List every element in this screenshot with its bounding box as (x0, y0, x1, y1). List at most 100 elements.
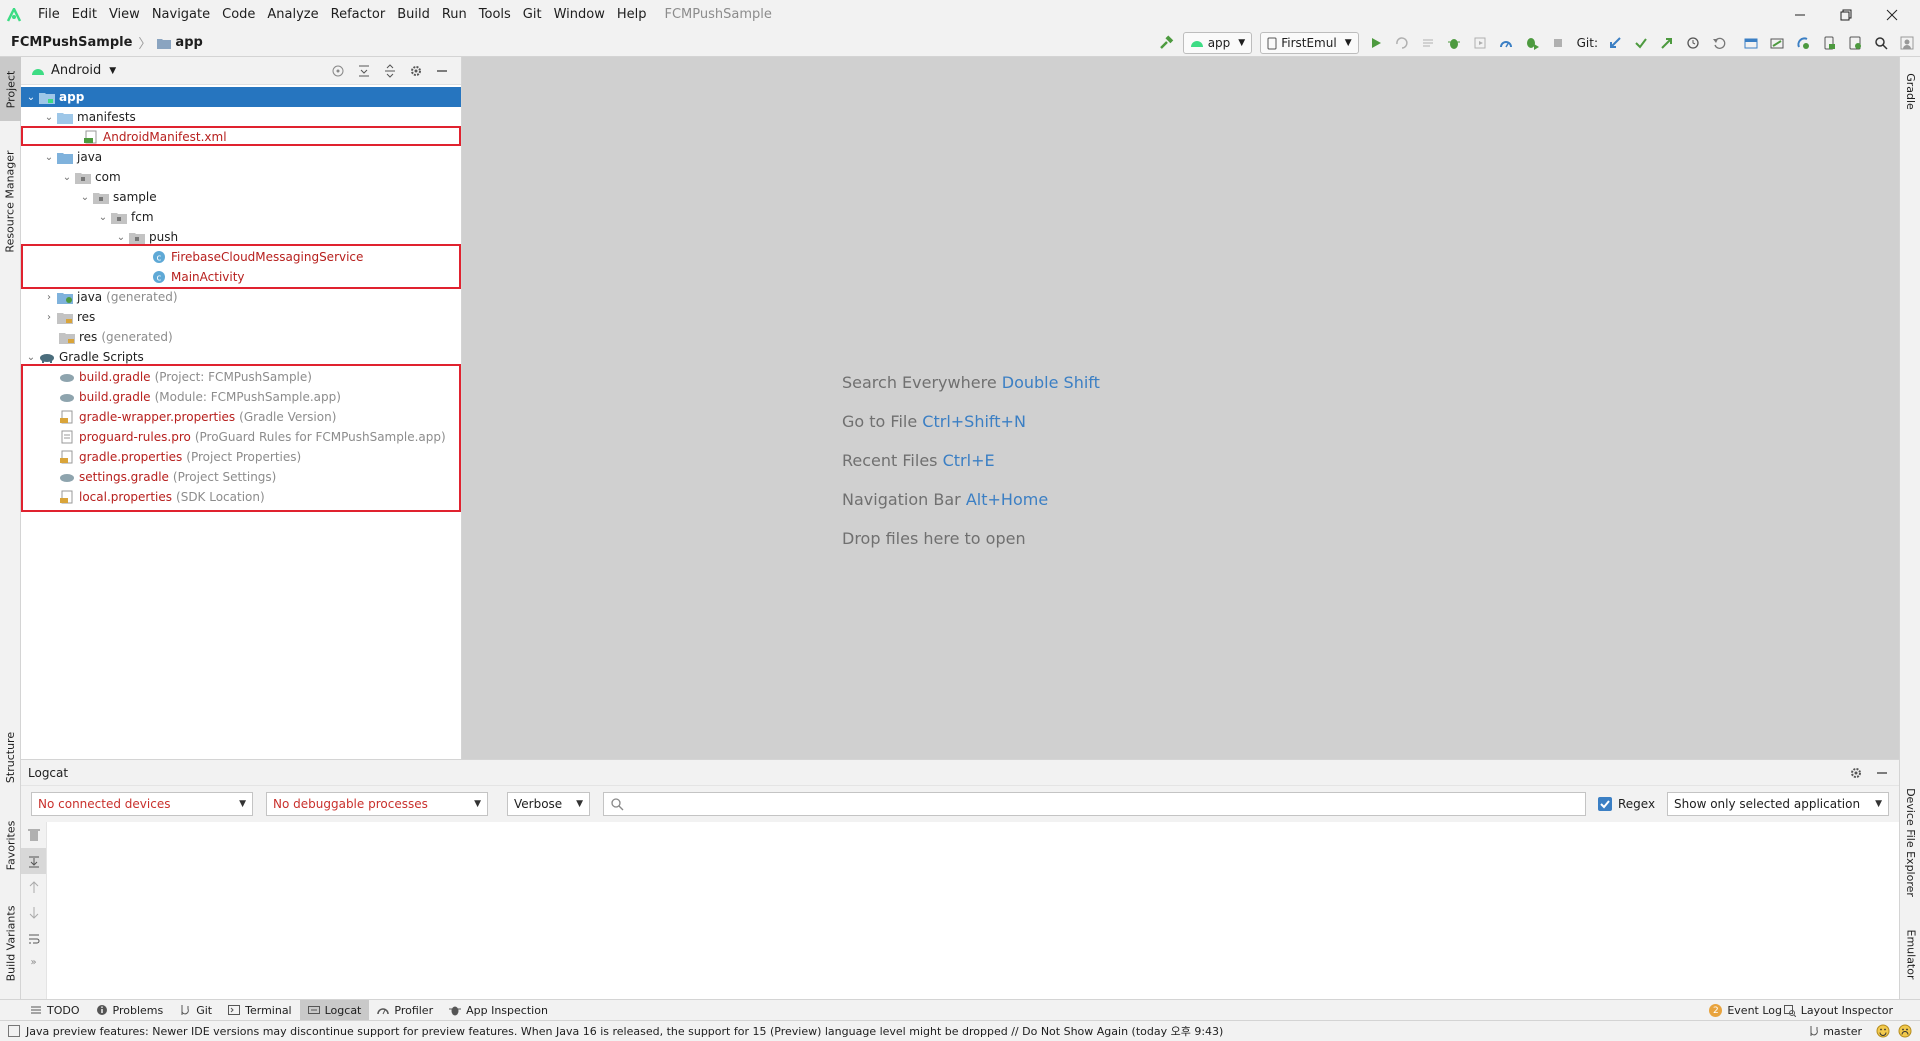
gradle-tool-tab[interactable]: Gradle (1900, 61, 1920, 121)
profile-icon[interactable] (1493, 30, 1519, 56)
menu-help[interactable]: Help (611, 0, 653, 29)
tab-terminal[interactable]: Terminal (220, 1000, 300, 1021)
coverage-icon[interactable] (1467, 30, 1493, 56)
process-dropdown[interactable]: No debuggable processes ▼ (266, 792, 488, 816)
breadcrumb-module[interactable]: app (175, 35, 202, 50)
git-rollback-icon[interactable] (1706, 30, 1732, 56)
emulator-tool-tab[interactable]: Emulator (1900, 919, 1920, 989)
apply-code-changes-icon[interactable] (1415, 30, 1441, 56)
menu-refactor[interactable]: Refactor (325, 0, 392, 29)
git-push-icon[interactable] (1654, 30, 1680, 56)
project-structure-icon[interactable] (1738, 30, 1764, 56)
minimize-button[interactable] (1777, 0, 1823, 29)
restore-button[interactable] (1823, 0, 1869, 29)
tab-todo[interactable]: TODO (22, 1000, 88, 1021)
tab-app-inspection[interactable]: App Inspection (441, 1000, 556, 1021)
clear-logcat-trash-icon[interactable] (21, 822, 46, 848)
menu-edit[interactable]: Edit (66, 0, 103, 29)
tree-item-fcm[interactable]: ⌄ fcm (21, 207, 461, 227)
more-actions-icon[interactable]: » (21, 952, 46, 972)
structure-tool-tab[interactable]: Structure (0, 717, 21, 797)
app-filter-dropdown[interactable]: Show only selected application ▼ (1667, 792, 1889, 816)
close-button[interactable] (1869, 0, 1915, 29)
tree-item-java[interactable]: ⌄ java (21, 147, 461, 167)
project-view-select[interactable]: Android ▼ (21, 63, 116, 78)
status-message[interactable]: Java preview features: Newer IDE version… (26, 1023, 1223, 1039)
scroll-to-end-icon[interactable] (21, 848, 46, 874)
tree-item-res[interactable]: › res (21, 307, 461, 327)
build-variants-tool-tab[interactable]: Build Variants (0, 893, 21, 993)
tree-item-sample[interactable]: ⌄ sample (21, 187, 461, 207)
breadcrumb-project[interactable]: FCMPushSample (11, 35, 132, 50)
logcat-search-field[interactable] (603, 792, 1586, 816)
tree-item-gradle-properties[interactable]: gradle.properties (Project Properties) (21, 447, 461, 467)
menu-build[interactable]: Build (391, 0, 436, 29)
account-icon[interactable] (1894, 30, 1920, 56)
git-branch-widget[interactable]: master (1809, 1021, 1862, 1041)
expand-all-icon[interactable] (351, 58, 377, 84)
tree-item-gradle-wrapper[interactable]: gradle-wrapper.properties (Gradle Versio… (21, 407, 461, 427)
debug-bug-icon[interactable] (1441, 30, 1467, 56)
gear-icon[interactable] (403, 58, 429, 84)
collapse-all-icon[interactable] (377, 58, 403, 84)
tab-problems[interactable]: Problems (88, 1000, 172, 1021)
tree-item-manifests[interactable]: ⌄ manifests (21, 107, 461, 127)
tree-item-fcm-service[interactable]: c FirebaseCloudMessagingService (21, 247, 461, 267)
favorites-tool-tab[interactable]: Favorites (0, 805, 21, 885)
tab-git[interactable]: Git (171, 1000, 220, 1021)
tree-item-push[interactable]: ⌄ push (21, 227, 461, 247)
menu-run[interactable]: Run (436, 0, 473, 29)
tree-item-com[interactable]: ⌄ com (21, 167, 461, 187)
device-manager-icon[interactable] (1842, 30, 1868, 56)
tree-item-java-generated[interactable]: › java (generated) (21, 287, 461, 307)
gear-icon[interactable] (1843, 760, 1869, 786)
resource-manager-tool-tab[interactable]: Resource Manager (0, 131, 21, 271)
menu-analyze[interactable]: Analyze (261, 0, 324, 29)
happy-face-icon[interactable] (1876, 1024, 1890, 1038)
soft-wrap-icon[interactable] (21, 926, 46, 952)
arrow-down-icon[interactable] (21, 900, 46, 926)
log-level-dropdown[interactable]: Verbose ▼ (507, 792, 590, 816)
tab-logcat[interactable]: Logcat (299, 999, 370, 1021)
tree-item-gradle-scripts[interactable]: ⌄ Gradle Scripts (21, 347, 461, 367)
hide-panel-icon[interactable] (1869, 760, 1895, 786)
menu-code[interactable]: Code (216, 0, 261, 29)
tree-item-android-manifest[interactable]: AndroidManifest.xml (21, 127, 461, 147)
tab-profiler[interactable]: Profiler (369, 1000, 441, 1021)
search-icon[interactable] (1868, 30, 1894, 56)
run-play-icon[interactable] (1363, 30, 1389, 56)
tree-item-settings-gradle[interactable]: settings.gradle (Project Settings) (21, 467, 461, 487)
git-commit-check-icon[interactable] (1628, 30, 1654, 56)
git-update-icon[interactable] (1602, 30, 1628, 56)
tree-item-res-generated[interactable]: res (generated) (21, 327, 461, 347)
event-log-button[interactable]: 2 Event Log (1709, 1000, 1782, 1021)
device-dropdown[interactable]: No connected devices ▼ (31, 792, 253, 816)
tree-item-build-gradle-project[interactable]: build.gradle (Project: FCMPushSample) (21, 367, 461, 387)
sdk-manager-icon[interactable] (1764, 30, 1790, 56)
tree-item-local-properties[interactable]: local.properties (SDK Location) (21, 487, 461, 507)
tree-item-main-activity[interactable]: c MainActivity (21, 267, 461, 287)
locate-file-icon[interactable] (325, 58, 351, 84)
attach-debugger-icon[interactable] (1519, 30, 1545, 56)
menu-file[interactable]: File (32, 0, 66, 29)
build-hammer-icon[interactable] (1153, 30, 1179, 56)
run-config-select[interactable]: app ▼ (1182, 32, 1253, 54)
sad-face-icon[interactable] (1898, 1024, 1912, 1038)
tree-item-app[interactable]: ⌄ app (21, 87, 461, 107)
stop-icon[interactable] (1545, 30, 1571, 56)
menu-view[interactable]: View (103, 0, 146, 29)
apply-changes-icon[interactable] (1389, 30, 1415, 56)
hide-panel-icon[interactable] (429, 58, 455, 84)
layout-inspector-button[interactable]: Layout Inspector (1783, 1000, 1893, 1021)
arrow-up-icon[interactable] (21, 874, 46, 900)
tree-item-proguard[interactable]: proguard-rules.pro (ProGuard Rules for F… (21, 427, 461, 447)
menu-window[interactable]: Window (548, 0, 611, 29)
editor-empty-area[interactable]: Search Everywhere Double Shift Go to Fil… (462, 57, 1899, 759)
sync-gradle-icon[interactable] (1790, 30, 1816, 56)
device-select[interactable]: FirstEmul ▼ (1260, 32, 1359, 54)
menu-git[interactable]: Git (517, 0, 548, 29)
device-file-explorer-tool-tab[interactable]: Device File Explorer (1900, 777, 1920, 907)
regex-checkbox[interactable]: Regex (1598, 797, 1655, 811)
tree-item-build-gradle-module[interactable]: build.gradle (Module: FCMPushSample.app) (21, 387, 461, 407)
git-history-icon[interactable] (1680, 30, 1706, 56)
